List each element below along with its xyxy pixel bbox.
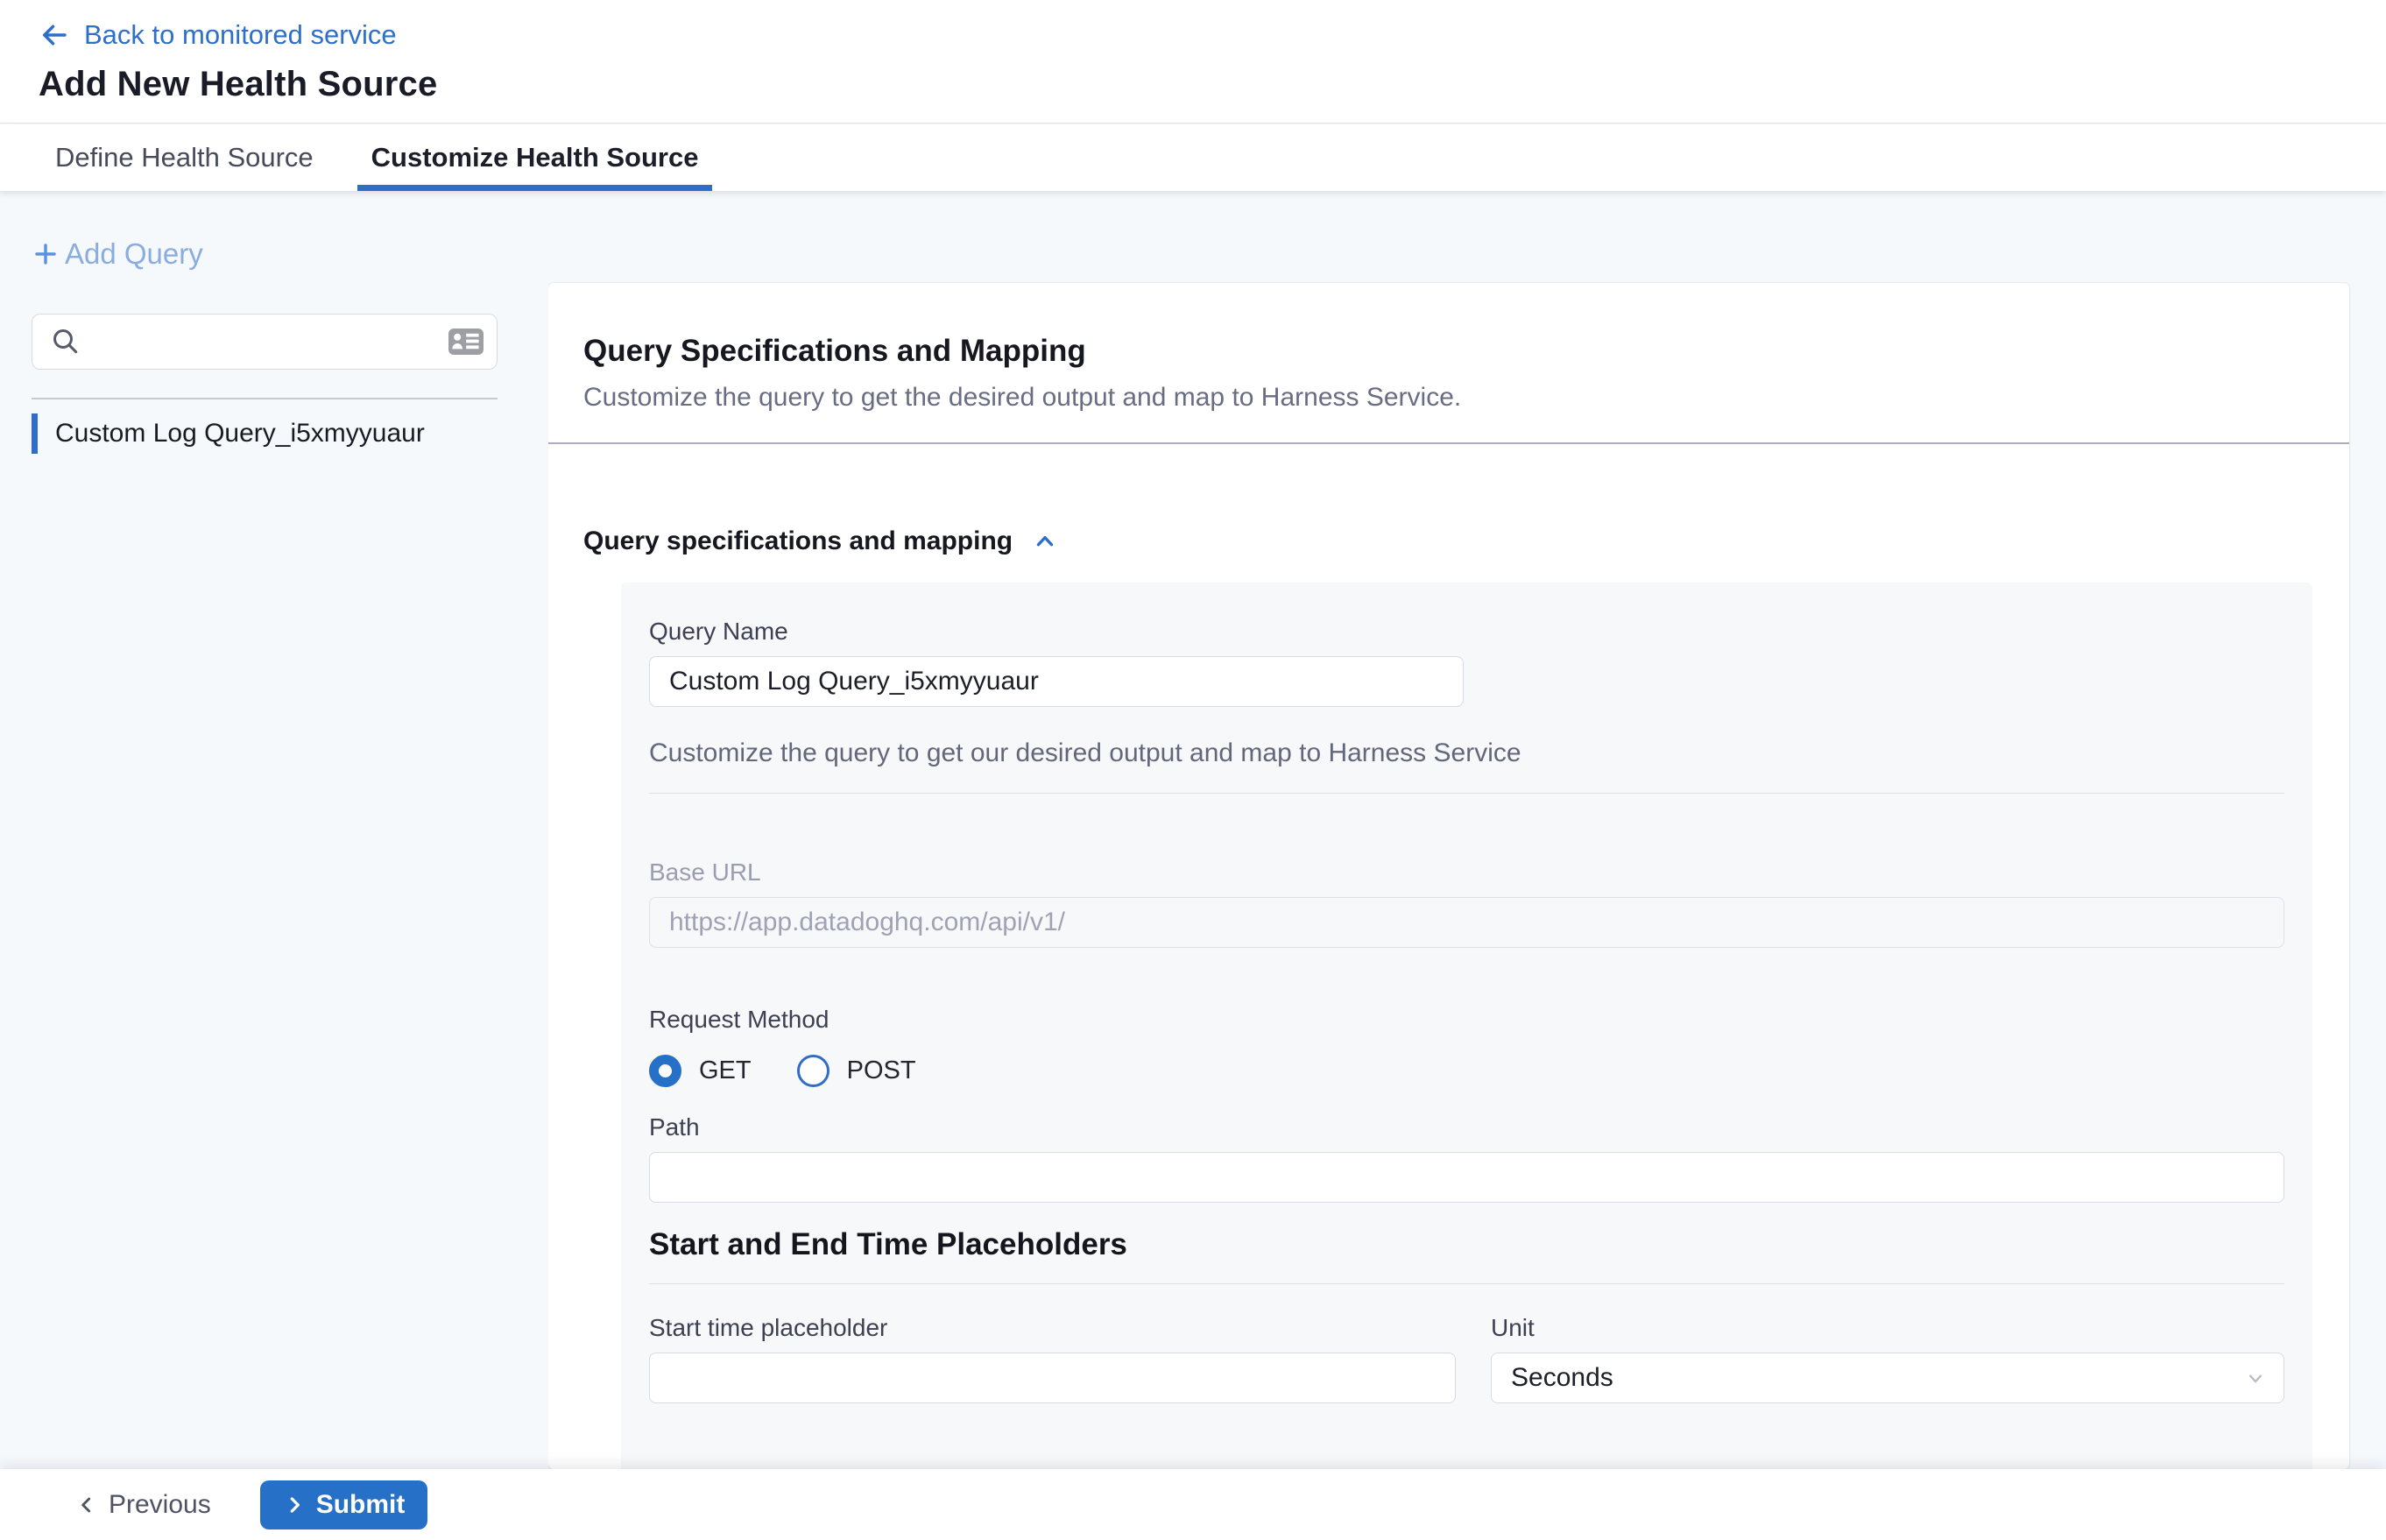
footer-bar: Previous Submit: [0, 1469, 2386, 1540]
back-link-label: Back to monitored service: [84, 19, 397, 51]
search-input[interactable]: [92, 328, 437, 357]
search-icon: [50, 326, 81, 357]
start-time-field: Start time placeholder: [649, 1314, 1456, 1403]
radio-get-label: GET: [699, 1056, 752, 1085]
start-time-input[interactable]: [649, 1353, 1456, 1403]
unit-label: Unit: [1491, 1314, 2284, 1342]
query-sidebar: Add Query Custom Log Query_i5xmyyuaur: [0, 191, 548, 1469]
query-spec-card: Query Specifications and Mapping Customi…: [548, 283, 2349, 1469]
time-placeholders-heading: Start and End Time Placeholders: [649, 1227, 2284, 1262]
start-time-label: Start time placeholder: [649, 1314, 1456, 1342]
main-area: Query Specifications and Mapping Customi…: [548, 191, 2386, 1469]
add-query-label: Add Query: [65, 237, 203, 271]
unit-select-value: Seconds: [1511, 1363, 2243, 1393]
tab-customize-health-source[interactable]: Customize Health Source: [364, 124, 706, 191]
query-item-label: Custom Log Query_i5xmyyuaur: [55, 419, 425, 449]
unit-field: Unit Seconds: [1491, 1314, 2284, 1403]
tab-label: Define Health Source: [55, 142, 314, 173]
query-search-box: [32, 314, 498, 370]
page-title: Add New Health Source: [39, 65, 2386, 104]
unit-select[interactable]: Seconds: [1491, 1353, 2284, 1403]
query-name-helper: Customize the query to get our desired o…: [649, 738, 2284, 768]
time-placeholders-divider: [649, 1283, 2284, 1284]
submit-chevron-icon: [283, 1494, 306, 1516]
tab-label: Customize Health Source: [371, 142, 699, 173]
contact-card-icon[interactable]: [448, 328, 484, 356]
back-arrow-icon: [39, 19, 70, 51]
tab-bar: Define Health Source Customize Health So…: [0, 124, 2386, 191]
select-chevron-icon: [2243, 1366, 2268, 1390]
card-heading: Query Specifications and Mapping: [583, 334, 2314, 369]
submit-button-label: Submit: [316, 1490, 406, 1520]
previous-button-label: Previous: [109, 1490, 211, 1520]
request-method-radio-group: GET POST: [649, 1055, 2284, 1087]
radio-post-label: POST: [847, 1056, 916, 1085]
section-title-label: Query specifications and mapping: [583, 526, 1013, 556]
back-link[interactable]: Back to monitored service: [39, 19, 397, 51]
radio-post-unselected-icon[interactable]: [797, 1055, 829, 1087]
radio-option-post[interactable]: POST: [797, 1055, 916, 1087]
base-url-input: [649, 897, 2284, 948]
radio-option-get[interactable]: GET: [649, 1055, 752, 1087]
card-subheading: Customize the query to get the desired o…: [583, 383, 2314, 413]
form-divider: [649, 793, 2284, 794]
query-name-input[interactable]: [649, 656, 1464, 707]
add-health-source-page: Back to monitored service Add New Health…: [0, 0, 2386, 1540]
selected-indicator-bar: [32, 413, 38, 454]
query-form-panel: Query Name Customize the query to get ou…: [621, 583, 2312, 1469]
query-list-item-selected[interactable]: Custom Log Query_i5xmyyuaur: [32, 399, 498, 454]
plus-icon: [32, 240, 60, 268]
path-input[interactable]: [649, 1152, 2284, 1203]
time-placeholder-row: Start time placeholder Unit Seconds: [649, 1314, 2284, 1403]
collapse-chevron-icon[interactable]: [1032, 528, 1058, 555]
add-query-button[interactable]: Add Query: [32, 235, 203, 273]
tab-define-health-source[interactable]: Define Health Source: [48, 124, 321, 191]
page-header: Back to monitored service Add New Health…: [0, 0, 2386, 124]
card-header: Query Specifications and Mapping Customi…: [548, 283, 2349, 444]
path-label: Path: [649, 1113, 2284, 1141]
section-title-row: Query specifications and mapping: [583, 526, 2312, 556]
card-body: Query specifications and mapping Query N…: [548, 444, 2349, 1469]
request-method-label: Request Method: [649, 1006, 2284, 1034]
base-url-label: Base URL: [649, 858, 2284, 887]
radio-get-selected-icon[interactable]: [649, 1055, 681, 1087]
previous-chevron-icon: [75, 1494, 98, 1516]
previous-button[interactable]: Previous: [58, 1490, 211, 1520]
query-name-label: Query Name: [649, 618, 2284, 646]
submit-button[interactable]: Submit: [260, 1480, 428, 1529]
content-area: Add Query Custom Log Query_i5xmyyuaur: [0, 191, 2386, 1469]
